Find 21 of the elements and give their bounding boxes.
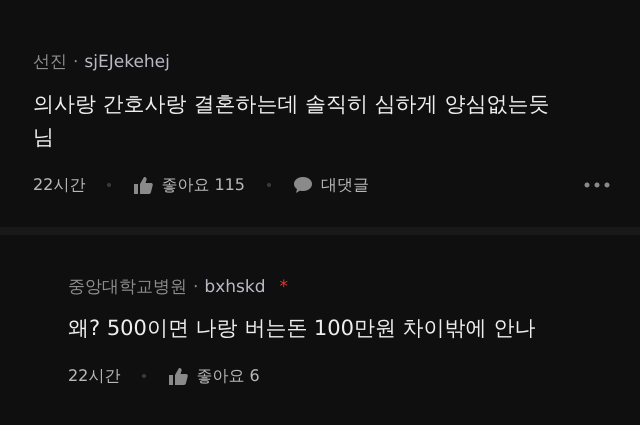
company-name: 중앙대학교병원: [68, 276, 187, 299]
comment-text: 왜? 500이면 나랑 버는돈 100만원 차이밖에 안나: [68, 315, 536, 342]
nickname[interactable]: bxhskd: [204, 274, 266, 300]
like-icon: [168, 366, 188, 385]
more-button[interactable]: [584, 182, 610, 188]
timestamp: 22시간: [68, 364, 120, 387]
like-button[interactable]: 좋아요 6: [168, 364, 260, 388]
comment-icon: [292, 176, 313, 194]
separator-dot: [107, 182, 112, 187]
like-button[interactable]: 좋아요 115: [133, 172, 245, 197]
separator-dot: [266, 182, 271, 187]
separator-dot: [142, 374, 146, 378]
comment-text: 의사랑 간호사랑 결혼하는데 솔직히 심하게 양심없는듯 님: [33, 90, 550, 152]
timestamp: 22시간: [33, 174, 86, 196]
separator: ·: [73, 51, 78, 74]
reply-button[interactable]: 대댓글: [292, 172, 369, 197]
like-icon: [133, 176, 154, 194]
separator: ·: [193, 276, 198, 299]
author-mark: *: [280, 276, 288, 299]
company-name: 선진: [33, 51, 67, 74]
nickname[interactable]: sjEJekehej: [84, 50, 170, 76]
